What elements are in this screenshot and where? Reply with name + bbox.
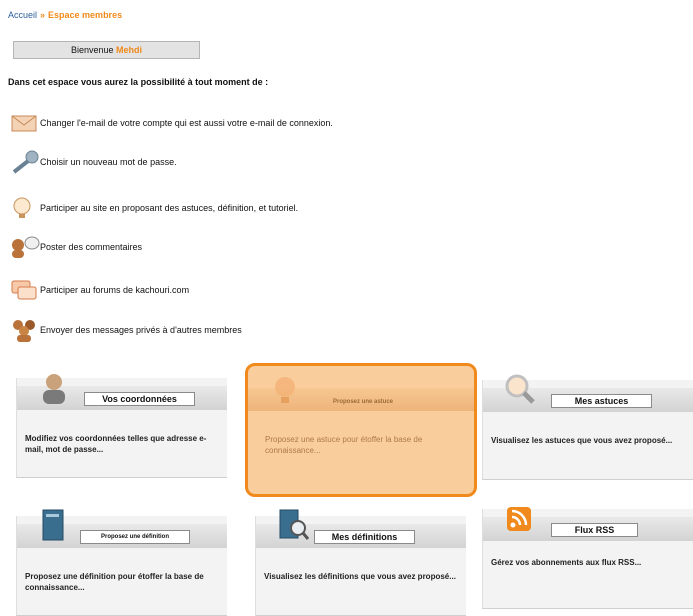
comment-user-icon — [10, 235, 40, 259]
feature-change-email: Changer l'e-mail de votre compte qui est… — [10, 111, 333, 135]
feature-comments: Poster des commentaires — [10, 235, 142, 259]
card-flux-rss[interactable]: Flux RSS Gérez vos abonnements aux flux … — [482, 507, 693, 609]
group-icon — [10, 318, 40, 342]
user-icon — [37, 370, 71, 404]
card-title: Proposez une astuce — [332, 399, 394, 405]
magnifier-icon — [503, 372, 537, 406]
breadcrumb-home-link[interactable]: Accueil — [8, 10, 37, 20]
feature-text: Envoyer des messages privés à d'autres m… — [40, 325, 242, 335]
card-title: Flux RSS — [551, 523, 638, 537]
card-vos-coordonnees[interactable]: Vos coordonnées Modifiez vos coordonnées… — [16, 374, 227, 478]
lightbulb-icon — [268, 374, 302, 408]
welcome-prefix: Bienvenue — [70, 45, 114, 55]
card-description: Visualisez les définitions que vous avez… — [264, 572, 456, 581]
feature-private-messages: Envoyer des messages privés à d'autres m… — [10, 318, 242, 342]
card-description: Gérez vos abonnements aux flux RSS... — [491, 558, 642, 567]
feature-text: Participer au site en proposant des astu… — [40, 203, 299, 213]
card-proposez-definition[interactable]: Proposez une définition Proposez une déf… — [16, 509, 227, 616]
feature-text: Poster des commentaires — [40, 242, 143, 252]
feature-participate: Participer au site en proposant des astu… — [10, 196, 298, 220]
card-description: Modifiez vos coordonnées telles que adre… — [25, 434, 207, 454]
key-icon — [10, 150, 40, 174]
envelope-icon — [10, 111, 40, 135]
feature-change-password: Choisir un nouveau mot de passe. — [10, 150, 177, 174]
card-title: Vos coordonnées — [84, 392, 195, 406]
card-title: Proposez une définition — [80, 530, 190, 544]
welcome-username: Mehdi — [116, 45, 143, 55]
feature-text: Choisir un nouveau mot de passe. — [40, 157, 177, 167]
card-description: Proposez une astuce pour étoffer la base… — [265, 435, 423, 455]
lightbulb-icon — [10, 196, 40, 220]
book-magnifier-icon — [276, 508, 310, 542]
card-description: Proposez une définition pour étoffer la … — [25, 572, 204, 592]
breadcrumb-separator: » — [40, 10, 46, 20]
welcome-box: Bienvenue Mehdi — [13, 41, 200, 59]
rss-icon — [503, 501, 537, 535]
forum-icon — [10, 278, 40, 302]
book-icon — [37, 508, 71, 542]
breadcrumb-current: Espace membres — [48, 10, 123, 20]
intro-text: Dans cet espace vous aurez la possibilit… — [8, 77, 269, 87]
feature-text: Participer au forums de kachouri.com — [40, 285, 190, 295]
card-proposez-astuce[interactable]: Proposez une astuce Proposez une astuce … — [245, 363, 477, 497]
breadcrumb: Accueil» Espace membres — [8, 10, 122, 20]
feature-text: Changer l'e-mail de votre compte qui est… — [40, 118, 333, 128]
card-description: Visualisez les astuces que vous avez pro… — [491, 436, 673, 445]
card-title: Mes astuces — [551, 394, 652, 408]
card-title: Mes définitions — [314, 530, 415, 544]
feature-forums: Participer au forums de kachouri.com — [10, 278, 189, 302]
card-mes-definitions[interactable]: Mes définitions Visualisez les définitio… — [255, 509, 466, 616]
card-mes-astuces[interactable]: Mes astuces Visualisez les astuces que v… — [482, 374, 693, 480]
